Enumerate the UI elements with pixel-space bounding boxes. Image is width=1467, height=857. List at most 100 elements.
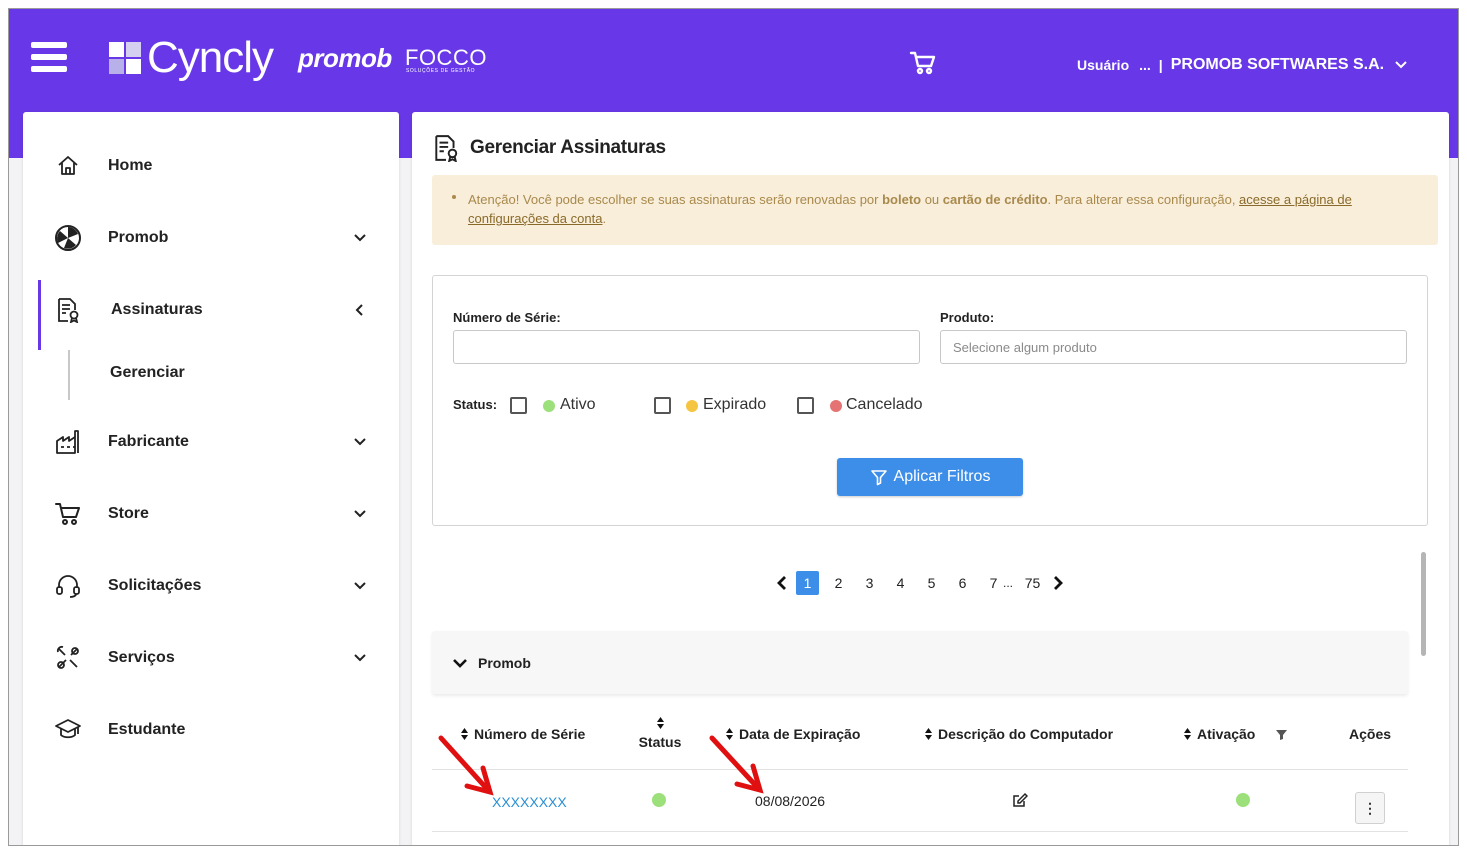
promob-icon [53, 223, 83, 253]
page-button[interactable]: 3 [854, 575, 885, 591]
cyncly-logo-icon [109, 42, 141, 74]
sidebar-item-label: Promob [108, 229, 169, 246]
sidebar-item-estudante[interactable]: Estudante [23, 700, 399, 760]
column-header-label: Status [638, 734, 682, 750]
sidebar-item-label: Serviços [108, 649, 175, 666]
status-dot [543, 400, 555, 412]
sort-icon [925, 728, 932, 740]
group-header-promob[interactable]: Promob [432, 631, 1408, 694]
column-header-serial[interactable]: Número de Série [460, 726, 585, 742]
focco-logo-subtitle: SOLUÇÕES DE GESTÃO [406, 68, 476, 74]
chevron-down-icon [354, 234, 366, 242]
sidebar: Home Promob Assinaturas Gerenciar Fabric… [23, 112, 399, 845]
user-menu[interactable]: Usuário ... | PROMOB SOFTWARES S.A. [1077, 54, 1408, 76]
user-label: Usuário [1077, 57, 1130, 73]
cart-icon[interactable] [909, 49, 937, 77]
chevron-down-icon [354, 582, 366, 590]
status-cancelado-checkbox[interactable] [797, 397, 814, 414]
graduation-icon [53, 715, 83, 745]
chevron-down-icon[interactable] [1394, 58, 1408, 72]
sort-icon [726, 728, 733, 740]
sidebar-subitem-gerenciar[interactable]: Gerenciar [110, 364, 185, 382]
chevron-down-icon [354, 510, 366, 518]
serial-number-link[interactable]: XXXXXXXX [492, 794, 567, 810]
column-header-expiration[interactable]: Data de Expiração [725, 726, 860, 742]
serial-label: Número de Série: [453, 310, 561, 325]
alert-text: Atenção! Você pode escolher se suas assi… [468, 192, 883, 207]
cyncly-logo: Cyncly [147, 33, 274, 82]
scrollbar[interactable] [1421, 552, 1426, 656]
alert-text: ou [921, 192, 943, 207]
status-expirado-checkbox[interactable] [654, 397, 671, 414]
edit-icon[interactable] [1012, 792, 1028, 808]
apply-filters-button[interactable]: Aplicar Filtros [837, 458, 1023, 496]
page-button[interactable]: 4 [885, 575, 916, 591]
serial-input[interactable] [453, 330, 920, 364]
sidebar-item-store[interactable]: Store [23, 484, 399, 544]
alert-bold: boleto [882, 192, 922, 207]
headset-icon [53, 571, 83, 601]
column-header-actions: Ações [1349, 726, 1391, 742]
pagination: 1 2 3 4 5 6 7 ... 75 [772, 570, 1068, 596]
active-indicator [38, 280, 41, 350]
apply-filters-label: Aplicar Filtros [893, 468, 991, 485]
status-option-label: Ativo [560, 396, 596, 413]
submenu-line [68, 350, 70, 400]
column-header-activation[interactable]: Ativação [1183, 726, 1288, 742]
menu-icon[interactable] [31, 42, 67, 72]
table-divider [432, 831, 1408, 832]
page-button[interactable]: 1 [796, 571, 819, 595]
page-title: Gerenciar Assinaturas [470, 137, 666, 158]
sidebar-item-label: Solicitações [108, 577, 202, 594]
status-ativo-checkbox[interactable] [510, 397, 527, 414]
alert-text: . Para alterar essa configuração, [1047, 192, 1240, 207]
page-button[interactable]: 6 [947, 575, 978, 591]
tools-icon [53, 643, 83, 673]
main-panel: Gerenciar Assinaturas Atenção! Você pode… [412, 112, 1449, 845]
page-button[interactable]: 5 [916, 575, 947, 591]
sidebar-item-label: Fabricante [108, 433, 189, 450]
subscription-icon [53, 295, 83, 325]
chevron-left-icon[interactable] [772, 573, 792, 593]
page-button-last[interactable]: 75 [1017, 575, 1048, 591]
status-option-label: Cancelado [846, 396, 923, 413]
sidebar-item-servicos[interactable]: Serviços [23, 628, 399, 688]
sidebar-item-label: Home [108, 157, 153, 174]
product-select[interactable]: Selecione algum produto [940, 330, 1407, 364]
pagination-ellipsis: ... [1003, 576, 1014, 590]
actions-menu-button[interactable]: ⋮ [1355, 792, 1385, 824]
sidebar-item-fabricante[interactable]: Fabricante [23, 412, 399, 472]
user-separator: | [1158, 57, 1163, 73]
activation-indicator [1236, 793, 1250, 807]
column-header-label: Descrição do Computador [938, 726, 1114, 742]
filter-icon[interactable] [1275, 728, 1288, 741]
cart-icon [53, 499, 83, 529]
home-icon [53, 151, 83, 181]
sidebar-item-home[interactable]: Home [23, 136, 399, 196]
chevron-left-icon [355, 304, 363, 316]
sidebar-item-label: Assinaturas [111, 301, 203, 318]
promob-logo: promob [298, 43, 392, 73]
column-header-status[interactable]: Status [616, 716, 704, 750]
factory-icon [53, 427, 83, 457]
sidebar-item-solicitacoes[interactable]: Solicitações [23, 556, 399, 616]
column-header-label: Ativação [1197, 726, 1256, 742]
status-label: Status: [453, 397, 498, 412]
group-name: Promob [478, 655, 531, 671]
chevron-down-icon [354, 438, 366, 446]
company-name: PROMOB SOFTWARES S.A. [1170, 56, 1385, 73]
sort-icon [461, 728, 468, 740]
product-label: Produto: [940, 310, 995, 325]
status-indicator [652, 793, 666, 807]
status-dot [686, 400, 698, 412]
app-window: Cyncly promob FOCCO SOLUÇÕES DE GESTÃO U… [8, 8, 1459, 846]
chevron-right-icon[interactable] [1048, 573, 1068, 593]
column-header-computer[interactable]: Descrição do Computador [924, 726, 1113, 742]
expiration-date: 08/08/2026 [755, 793, 826, 809]
sidebar-item-promob[interactable]: Promob [23, 208, 399, 268]
page-button[interactable]: 2 [823, 575, 854, 591]
sidebar-item-assinaturas[interactable]: Assinaturas [23, 280, 399, 350]
status-option-label: Expirado [703, 396, 767, 413]
chevron-down-icon [453, 659, 467, 668]
column-header-label: Ações [1349, 726, 1392, 742]
